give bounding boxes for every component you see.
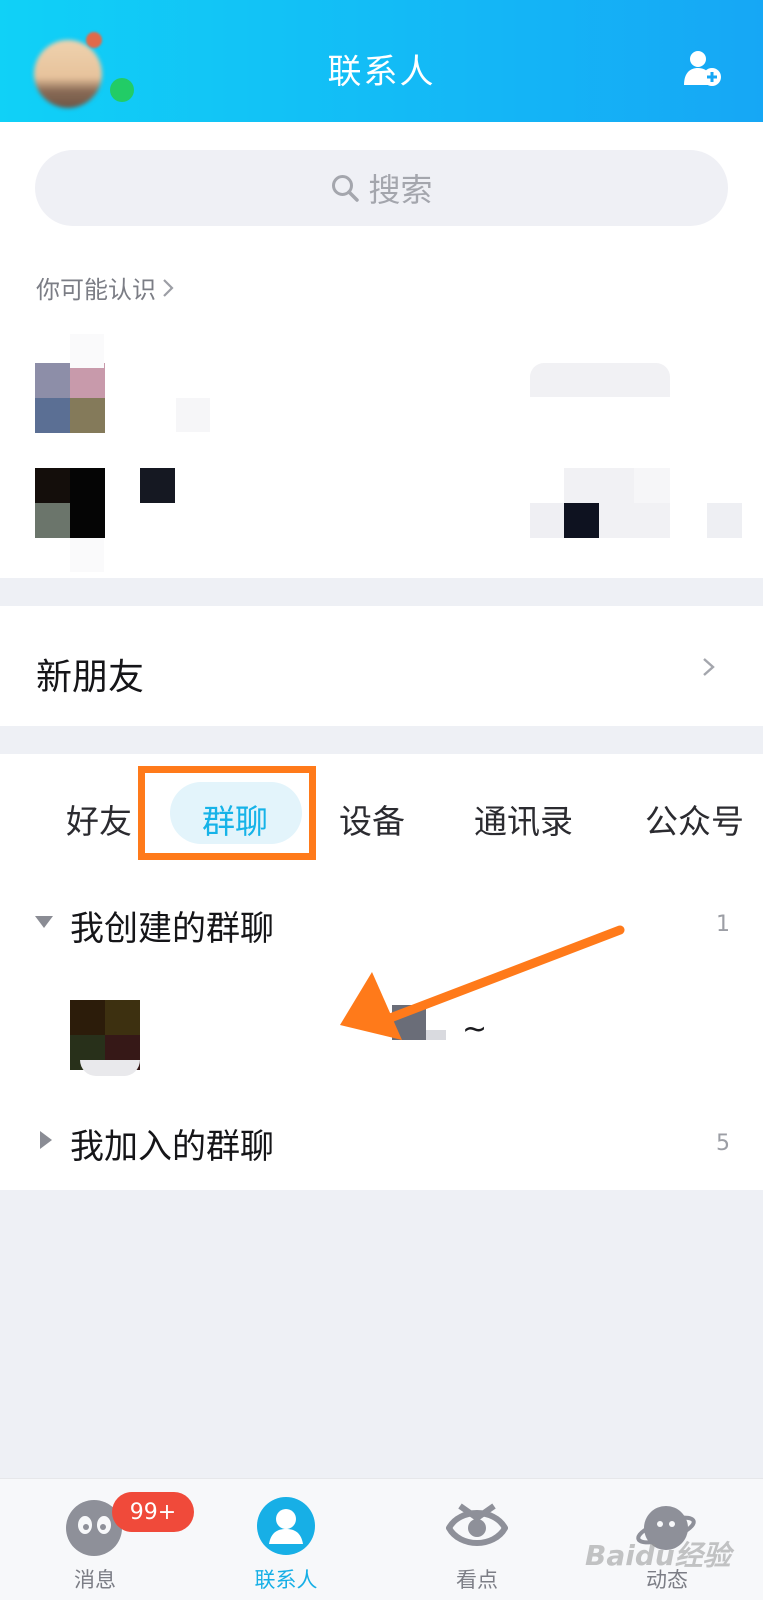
created-groups-count: 1 [716, 912, 730, 937]
pixelated-block [707, 503, 742, 538]
people-you-may-know-label: 你可能认识 [36, 276, 156, 304]
triangle-down-icon[interactable] [34, 914, 54, 930]
joined-groups-label[interactable]: 我加入的群聊 [70, 1119, 274, 1168]
pixelated-block [564, 468, 634, 503]
annotation-arrow [340, 925, 625, 1040]
joined-groups-count: 5 [716, 1131, 730, 1156]
pixelated-block [634, 468, 670, 503]
nav-contacts-label[interactable]: 联系人 [226, 1564, 346, 1594]
nav-messages-label[interactable]: 消息 [35, 1564, 155, 1594]
pixelated-block [564, 503, 599, 538]
tab-friends[interactable]: 好友 [66, 795, 132, 843]
chevron-right-icon [163, 278, 174, 297]
pixelated-block [140, 468, 175, 503]
pixelated-block [70, 538, 104, 572]
people-you-may-know-link[interactable]: 你可能认识 [36, 270, 174, 305]
created-groups-label[interactable]: 我创建的群聊 [70, 901, 274, 950]
pixelated-block [80, 1060, 140, 1076]
suggestion-avatar-1[interactable] [35, 363, 105, 433]
search-icon [332, 175, 360, 202]
unread-badge: 99+ [112, 1492, 194, 1532]
watermark: Baidu经验 [585, 1539, 731, 1572]
triangle-right-icon[interactable] [38, 1130, 54, 1150]
tab-devices[interactable]: 设备 [339, 795, 405, 843]
suggestion-avatar-2[interactable] [35, 468, 105, 538]
annotation-highlight-box [138, 766, 316, 860]
add-user-icon[interactable] [682, 48, 722, 88]
nav-watch-label[interactable]: 看点 [417, 1564, 537, 1594]
search-label: 搜索 [368, 171, 433, 209]
pixelated-button [530, 363, 670, 397]
chevron-right-icon [703, 658, 715, 676]
pixelated-block [70, 334, 104, 368]
tab-address-book[interactable]: 通讯录 [474, 795, 573, 843]
pixelated-block [599, 503, 670, 538]
search-bar[interactable]: 搜索 [35, 150, 728, 226]
pixelated-block [176, 398, 210, 432]
eye-icon[interactable] [446, 1500, 508, 1556]
page-title: 联系人 [327, 52, 436, 92]
new-friends-label: 新朋友 [36, 657, 145, 698]
pixelated-block [530, 503, 564, 538]
contacts-icon[interactable] [256, 1496, 316, 1556]
tab-official-accounts[interactable]: 公众号 [645, 795, 744, 843]
